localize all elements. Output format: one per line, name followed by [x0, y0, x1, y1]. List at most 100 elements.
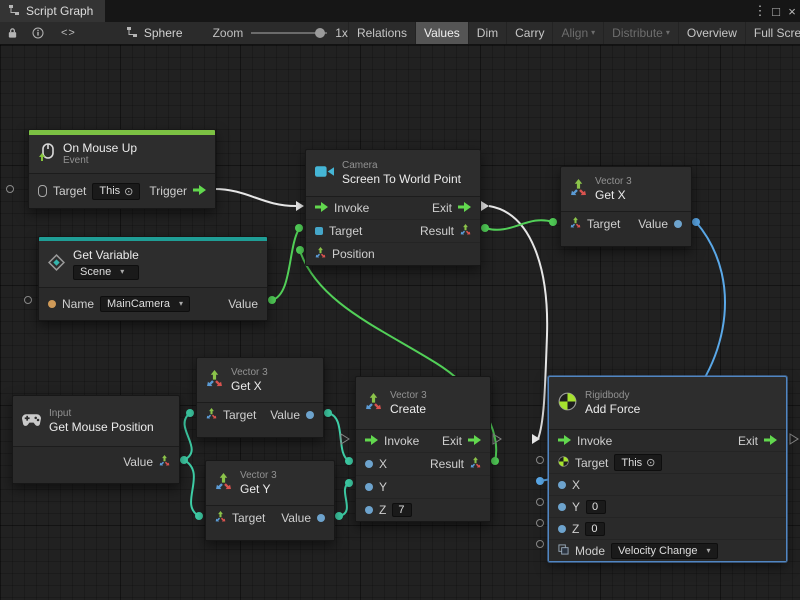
target-symbol-icon: ⊙: [124, 185, 133, 198]
float-port-icon: [365, 506, 373, 514]
addforce-x-port[interactable]: [536, 477, 544, 485]
getx-top-target-port[interactable]: [549, 218, 557, 226]
wire-gety-to-create-y: [339, 483, 349, 516]
node-title: Get Y: [240, 482, 277, 496]
node-header: Vector 3 Get X: [561, 167, 691, 211]
node-get-x-top[interactable]: Vector 3 Get X Target Value: [560, 166, 692, 247]
chevron-down-icon: ▾: [179, 300, 183, 308]
invoke-port-label: Invoke: [384, 434, 419, 448]
stwp-result-port[interactable]: [481, 224, 489, 232]
addforce-target-port[interactable]: [537, 457, 544, 464]
flow-arrow-invoke-port[interactable]: [296, 201, 304, 211]
code-view-button[interactable]: <>: [51, 27, 86, 39]
force-mode-dropdown[interactable]: Velocity Change ▾: [611, 543, 718, 559]
zoom-slider-handle[interactable]: [315, 28, 325, 38]
node-title: Get X: [231, 379, 268, 393]
invoke-port-label: Invoke: [577, 434, 612, 448]
relations-button[interactable]: Relations: [348, 22, 415, 44]
kebab-menu-icon[interactable]: ⋮: [752, 3, 768, 19]
zoom-value: 1x: [335, 26, 348, 40]
node-on-mouse-up[interactable]: On Mouse Up Event Target This ⊙ Trigger: [28, 129, 216, 209]
create-result-port[interactable]: [491, 457, 499, 465]
node-create-vector3[interactable]: Vector 3 Create Invoke Exit X Result: [355, 376, 491, 522]
getmouseposition-value-port[interactable]: [180, 456, 188, 464]
variable-icon: [48, 254, 65, 274]
graph-canvas[interactable]: On Mouse Up Event Target This ⊙ Trigger: [0, 45, 800, 600]
fullscreen-button[interactable]: Full Screen: [745, 22, 800, 44]
vector3-port-icon: [460, 224, 471, 238]
stwp-target-port[interactable]: [295, 224, 303, 232]
chevron-down-icon: ▾: [120, 268, 124, 276]
node-screen-to-world-point[interactable]: Camera Screen To World Point Invoke Exit…: [305, 149, 481, 266]
node-footer: [561, 236, 691, 246]
flow-in-icon: [558, 434, 571, 448]
node-subtitle: Event: [63, 155, 137, 167]
exit-port-label: Exit: [432, 201, 452, 215]
node-get-x-mid[interactable]: Vector 3 Get X Target Value: [196, 357, 324, 438]
variable-name-dropdown[interactable]: MainCamera ▾: [100, 296, 190, 312]
close-icon[interactable]: ×: [784, 4, 800, 19]
create-x-port[interactable]: [345, 457, 353, 465]
info-icon[interactable]: [25, 22, 51, 44]
carry-button[interactable]: Carry: [506, 22, 552, 44]
onmouseup-target-port[interactable]: [7, 186, 14, 193]
target-port-label: Target: [223, 408, 256, 422]
align-button[interactable]: Align▾: [552, 22, 603, 44]
gety-target-port[interactable]: [195, 512, 203, 520]
gety-value-port[interactable]: [335, 512, 343, 520]
y-port-label: Y: [379, 480, 387, 494]
flow-in-icon: [315, 201, 328, 215]
node-add-force[interactable]: Rigidbody Add Force Invoke Exit Target T…: [548, 376, 787, 562]
node-header: Vector 3 Get Y: [206, 461, 334, 505]
create-y-port[interactable]: [345, 479, 353, 487]
addforce-y-port[interactable]: [537, 499, 544, 506]
node-footer: [13, 477, 179, 483]
port-row: Invoke Exit: [549, 430, 786, 451]
mouse-up-icon: [38, 143, 55, 165]
window-tab-bar: Script Graph ⋮ □ ×: [0, 0, 800, 22]
values-button[interactable]: Values: [415, 22, 468, 44]
trigger-port-label: Trigger: [149, 184, 187, 198]
lock-icon[interactable]: [0, 22, 25, 44]
dim-button[interactable]: Dim: [468, 22, 506, 44]
create-invoke-port[interactable]: [341, 434, 349, 444]
y-value-field[interactable]: 0: [586, 500, 606, 514]
chevron-down-icon: ▾: [591, 29, 595, 37]
value-port-label: Value: [228, 297, 258, 311]
getx-mid-value-port[interactable]: [324, 409, 332, 417]
addforce-z-port[interactable]: [537, 520, 544, 527]
tab-script-graph[interactable]: Script Graph: [0, 0, 105, 22]
node-get-mouse-position[interactable]: Input Get Mouse Position Value: [12, 395, 180, 484]
addforce-mode-port[interactable]: [537, 541, 544, 548]
flow-arrow-exit-port[interactable]: [481, 201, 489, 211]
overview-button[interactable]: Overview: [678, 22, 745, 44]
getvariable-name-port[interactable]: [25, 297, 32, 304]
target-port-label: Target: [53, 184, 86, 198]
this-chip[interactable]: This ⊙: [614, 454, 662, 471]
port-row: Y 0: [549, 495, 786, 517]
flow-out-icon: [764, 434, 777, 448]
port-row: Position: [306, 242, 480, 265]
node-category: Vector 3: [595, 176, 632, 188]
node-get-y[interactable]: Vector 3 Get Y Target Value: [205, 460, 335, 541]
variable-scope-dropdown[interactable]: Scene ▾: [73, 265, 139, 280]
z-value-field[interactable]: 7: [392, 503, 412, 517]
node-category: Vector 3: [390, 390, 427, 402]
getvariable-value-port[interactable]: [268, 296, 276, 304]
vector3-icon: [570, 179, 587, 199]
x-port-label: X: [572, 478, 580, 492]
distribute-button[interactable]: Distribute▾: [603, 22, 678, 44]
breadcrumb[interactable]: Sphere: [126, 26, 183, 41]
addforce-exit-port[interactable]: [790, 434, 798, 444]
stwp-position-port[interactable]: [296, 246, 304, 254]
maximize-icon[interactable]: □: [768, 4, 784, 19]
z-value-field[interactable]: 0: [585, 522, 605, 536]
this-chip[interactable]: This ⊙: [92, 183, 140, 200]
port-row: Z 7: [356, 498, 490, 521]
vector3-port-icon: [570, 217, 581, 231]
node-get-variable[interactable]: Get Variable Scene ▾ Name MainCamera ▾ V…: [38, 236, 268, 321]
getx-top-value-port[interactable]: [692, 218, 700, 226]
getx-mid-target-port[interactable]: [186, 409, 194, 417]
rigidbody-icon: [558, 392, 577, 414]
zoom-slider[interactable]: [251, 32, 327, 34]
